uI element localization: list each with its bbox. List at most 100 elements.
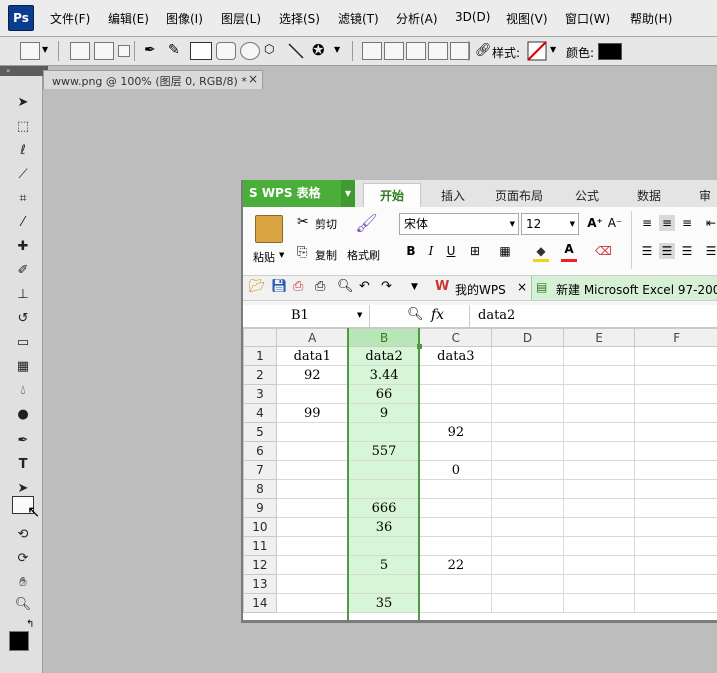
clear-format-icon[interactable]: ⌫ — [595, 243, 612, 259]
column-header-a[interactable]: A — [275, 328, 349, 347]
cell-d9[interactable] — [491, 498, 564, 518]
paste-icon[interactable] — [255, 215, 283, 243]
cell-d14[interactable] — [491, 593, 564, 613]
format-painter-icon[interactable]: 🖌︎ — [355, 213, 378, 234]
cell-b5[interactable] — [347, 422, 421, 442]
row-header[interactable]: 2 — [243, 365, 277, 385]
cell-d12[interactable] — [491, 555, 564, 575]
3d-orbit-tool-icon[interactable]: ⟳ — [12, 550, 34, 568]
decrease-font-size-icon[interactable]: A⁻ — [607, 215, 623, 231]
hand-tool-icon[interactable]: ✋︎ — [12, 574, 34, 592]
open-folder-icon[interactable]: 📂︎ — [249, 279, 266, 294]
name-box[interactable]: B1 ▼ — [243, 305, 370, 327]
underline-icon[interactable]: U — [443, 243, 459, 259]
gradient-tool-icon[interactable]: ▦ — [12, 358, 34, 376]
cell-a14[interactable] — [275, 593, 349, 613]
cell-c11[interactable] — [419, 536, 493, 556]
italic-icon[interactable]: I — [423, 243, 439, 259]
active-document-tab[interactable]: ▤ 新建 Microsoft Excel 97-200 — [531, 276, 717, 300]
cell-b12[interactable]: 5 — [347, 555, 421, 575]
fill-color-icon[interactable]: ◆ — [533, 243, 549, 259]
menu-3d[interactable]: 3D(D) — [455, 10, 490, 24]
function-icon[interactable]: fx — [431, 307, 444, 323]
new-shape-layer-button[interactable] — [362, 42, 382, 60]
justify-icon[interactable]: ☰ — [703, 243, 717, 259]
font-name-select[interactable]: 宋体 ▼ — [399, 213, 519, 235]
cell-e8[interactable] — [562, 479, 636, 499]
align-right-icon[interactable]: ☰ — [679, 243, 695, 259]
cell-a2[interactable]: 92 — [275, 365, 349, 385]
document-tab[interactable]: www.png @ 100% (图层 0, RGB/8) * × — [43, 70, 263, 89]
fill-handle[interactable] — [417, 344, 422, 349]
brush-tool-icon[interactable]: ✐ — [12, 262, 34, 280]
cell-d1[interactable] — [491, 346, 564, 366]
style-swatch[interactable] — [527, 41, 547, 61]
cell-e4[interactable] — [562, 403, 636, 423]
row-header[interactable]: 11 — [243, 536, 277, 556]
blur-tool-icon[interactable]: 💧︎ — [12, 382, 34, 400]
font-size-select[interactable]: 12 ▼ — [521, 213, 579, 235]
menu-edit[interactable]: 编辑(E) — [108, 10, 149, 27]
chevron-down-icon[interactable]: ▼ — [570, 214, 575, 234]
fill-pattern-icon[interactable]: ▦ — [497, 243, 513, 259]
row-header[interactable]: 6 — [243, 441, 277, 461]
cell-a5[interactable] — [275, 422, 349, 442]
cell-f13[interactable] — [634, 574, 717, 594]
cell-a9[interactable] — [275, 498, 349, 518]
close-icon[interactable]: × — [248, 72, 258, 86]
cell-c13[interactable] — [419, 574, 493, 594]
cell-e9[interactable] — [562, 498, 636, 518]
cell-f8[interactable] — [634, 479, 717, 499]
cell-c12[interactable]: 22 — [419, 555, 493, 575]
polygon-icon[interactable]: ⬡ — [264, 42, 282, 58]
cell-c14[interactable] — [419, 593, 493, 613]
eraser-tool-icon[interactable]: ▭ — [12, 334, 34, 352]
cell-a10[interactable] — [275, 517, 349, 537]
cell-f4[interactable] — [634, 403, 717, 423]
formula-input[interactable]: data2 — [469, 305, 717, 327]
customize-toolbar-icon[interactable]: ▼ — [411, 282, 418, 292]
line-icon[interactable] — [288, 43, 304, 59]
cell-a12[interactable] — [275, 555, 349, 575]
chevron-down-icon[interactable]: ▼ — [334, 45, 340, 54]
increase-font-size-icon[interactable]: A⁺ — [587, 215, 603, 231]
bold-icon[interactable]: B — [403, 243, 419, 259]
row-header[interactable]: 8 — [243, 479, 277, 499]
cell-e14[interactable] — [562, 593, 636, 613]
menu-file[interactable]: 文件(F) — [50, 10, 90, 27]
undo-icon[interactable]: ↶ — [359, 279, 370, 294]
cut-label[interactable]: 剪切 — [315, 216, 337, 232]
chevron-down-icon[interactable]: ▼ — [550, 45, 556, 54]
swap-colors-icon[interactable]: ↰ — [26, 619, 34, 630]
move-tool-icon[interactable]: ➤ — [12, 94, 34, 112]
cell-b3[interactable]: 66 — [347, 384, 421, 404]
cell-b13[interactable] — [347, 574, 421, 594]
row-header[interactable]: 14 — [243, 593, 277, 613]
print-preview-icon[interactable]: 🔍︎ — [337, 279, 354, 294]
cell-e12[interactable] — [562, 555, 636, 575]
row-header[interactable]: 9 — [243, 498, 277, 518]
link-icon[interactable]: 🔗︎ — [475, 43, 492, 58]
row-header[interactable]: 4 — [243, 403, 277, 423]
align-center-icon[interactable]: ☰ — [659, 243, 675, 259]
cell-b6[interactable]: 557 — [347, 441, 421, 461]
paste-label[interactable]: 粘贴 — [253, 249, 275, 265]
align-bottom-icon[interactable]: ≡ — [679, 215, 695, 231]
cell-b7[interactable] — [347, 460, 421, 480]
exclude-shape-button[interactable] — [450, 42, 470, 60]
my-wps-tab[interactable]: 我的WPS — [455, 281, 506, 298]
menu-analysis[interactable]: 分析(A) — [396, 10, 438, 27]
cell-c2[interactable] — [419, 365, 493, 385]
menu-select[interactable]: 选择(S) — [279, 10, 320, 27]
font-color-icon[interactable]: A — [561, 241, 577, 257]
align-left-icon[interactable]: ☰ — [639, 243, 655, 259]
type-tool-icon[interactable]: T — [12, 456, 34, 474]
cell-c3[interactable] — [419, 384, 493, 404]
row-header[interactable]: 5 — [243, 422, 277, 442]
shape-layers-button[interactable] — [70, 42, 90, 60]
cell-a1[interactable]: data1 — [275, 346, 349, 366]
custom-shape-icon[interactable]: ✪ — [312, 41, 325, 59]
menu-view[interactable]: 视图(V) — [506, 10, 548, 27]
cell-a7[interactable] — [275, 460, 349, 480]
cell-c8[interactable] — [419, 479, 493, 499]
